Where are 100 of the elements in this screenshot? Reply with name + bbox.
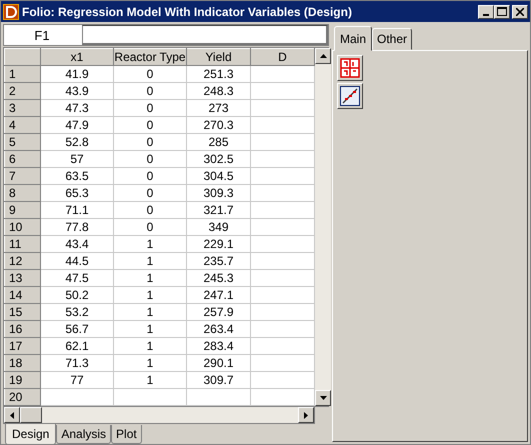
scroll-right-button[interactable] — [298, 407, 314, 423]
table-cell: 71.1 — [40, 202, 114, 218]
table-cell: 321.7 — [186, 202, 250, 218]
app-logo-icon — [3, 4, 19, 20]
table-cell: 0 — [114, 100, 186, 116]
table-cell: 248.3 — [186, 82, 250, 100]
table-cell: 0 — [114, 202, 186, 218]
row-number[interactable]: 14 — [4, 286, 40, 304]
window-title: Folio: Regression Model With Indicator Variables (Design) — [22, 4, 353, 18]
column-header[interactable]: x1 — [40, 48, 114, 66]
table-cell: 1 — [114, 338, 186, 354]
table-cell: 304.5 — [186, 168, 250, 184]
table-cell: 47.9 — [40, 116, 114, 134]
scroll-down-button[interactable] — [315, 390, 331, 406]
maximize-icon — [497, 7, 507, 16]
table-cell: 50.2 — [40, 286, 114, 304]
cell-reference: F1 — [33, 26, 51, 44]
row-number[interactable]: 18 — [4, 354, 40, 372]
row-number[interactable]: 16 — [4, 320, 40, 338]
table-cell: 0 — [114, 134, 186, 150]
table-cell: 349 — [186, 218, 250, 236]
table-cell: 63.5 — [40, 168, 114, 184]
panel-tab[interactable]: Main — [334, 26, 372, 51]
table-cell: 263.4 — [186, 320, 250, 338]
maximize-button[interactable] — [494, 4, 510, 18]
row-number[interactable]: 13 — [4, 270, 40, 286]
row-number[interactable]: 20 — [4, 388, 40, 406]
row-number[interactable]: 6 — [4, 150, 40, 168]
table-cell: 0 — [114, 82, 186, 100]
table-cell: 62.1 — [40, 338, 114, 354]
column-header[interactable]: D — [250, 48, 314, 66]
minimize-icon — [483, 14, 489, 16]
row-number[interactable]: 10 — [4, 218, 40, 236]
table-cell: 273 — [186, 100, 250, 116]
table-cell: 77 — [40, 372, 114, 388]
row-number[interactable]: 8 — [4, 184, 40, 202]
table-cell: 0 — [114, 116, 186, 134]
table-cell: 283.4 — [186, 338, 250, 354]
table-cell: 65.3 — [40, 184, 114, 202]
table-cell: 302.5 — [186, 150, 250, 168]
row-number[interactable]: 11 — [4, 236, 40, 252]
close-button[interactable] — [512, 4, 528, 18]
row-number[interactable]: 19 — [4, 372, 40, 388]
minimize-button[interactable] — [478, 4, 494, 18]
table-cell: 257.9 — [186, 304, 250, 320]
table-cell: 56.7 — [40, 320, 114, 338]
column-header[interactable]: Reactor Type — [114, 48, 186, 66]
sheet-tab[interactable]: Plot — [111, 425, 142, 444]
row-number[interactable]: 17 — [4, 338, 40, 354]
table-cell: 1 — [114, 270, 186, 286]
table-cell: 1 — [114, 320, 186, 338]
table-cell: 0 — [114, 168, 186, 184]
row-number[interactable]: 7 — [4, 168, 40, 184]
scroll-thumb[interactable] — [20, 407, 42, 423]
table-cell: 43.9 — [40, 82, 114, 100]
table-cell: 71.3 — [40, 354, 114, 372]
column-header[interactable]: Yield — [186, 48, 250, 66]
close-icon — [516, 8, 524, 16]
table-cell: 247.1 — [186, 286, 250, 304]
table-cell: 309.3 — [186, 184, 250, 202]
table-cell: 1 — [114, 286, 186, 304]
table-cell: 245.3 — [186, 270, 250, 286]
row-number[interactable]: 2 — [4, 82, 40, 100]
table-cell: 309.7 — [186, 372, 250, 388]
tool-button[interactable] — [337, 83, 363, 109]
table-cell: 43.4 — [40, 236, 114, 252]
row-number[interactable]: 4 — [4, 116, 40, 134]
row-number[interactable]: 15 — [4, 304, 40, 320]
table-cell: 251.3 — [186, 66, 250, 82]
tool-button[interactable] — [337, 55, 363, 81]
table-cell: 41.9 — [40, 66, 114, 82]
left-arrow-icon — [10, 412, 14, 418]
table-cell: 0 — [114, 218, 186, 236]
table-cell: 285 — [186, 134, 250, 150]
panel-tab[interactable]: Other — [372, 28, 412, 50]
table-cell: 57 — [40, 150, 114, 168]
sheet-tab[interactable]: Design — [5, 424, 56, 445]
scroll-up-button[interactable] — [315, 48, 331, 64]
table-cell: 77.8 — [40, 218, 114, 236]
scroll-left-button[interactable] — [4, 407, 20, 423]
row-number[interactable]: 12 — [4, 252, 40, 270]
table-cell: 1 — [114, 252, 186, 270]
right-arrow-icon — [304, 412, 308, 418]
formula-field[interactable] — [82, 25, 328, 45]
table-cell: 0 — [114, 66, 186, 82]
row-number[interactable]: 3 — [4, 100, 40, 116]
up-arrow-icon — [320, 54, 326, 58]
table-cell: 47.3 — [40, 100, 114, 116]
row-number[interactable]: 1 — [4, 66, 40, 82]
table-cell: 47.5 — [40, 270, 114, 286]
sheet-tab[interactable]: Analysis — [56, 425, 112, 444]
row-number[interactable]: 9 — [4, 202, 40, 218]
parameter-grid-icon — [340, 58, 360, 78]
table-cell: 1 — [114, 372, 186, 388]
row-number[interactable]: 5 — [4, 134, 40, 150]
table-cell: 44.5 — [40, 252, 114, 270]
table-cell: 52.8 — [40, 134, 114, 150]
down-arrow-icon — [320, 396, 326, 400]
table-cell: 270.3 — [186, 116, 250, 134]
table-cell: 1 — [114, 236, 186, 252]
